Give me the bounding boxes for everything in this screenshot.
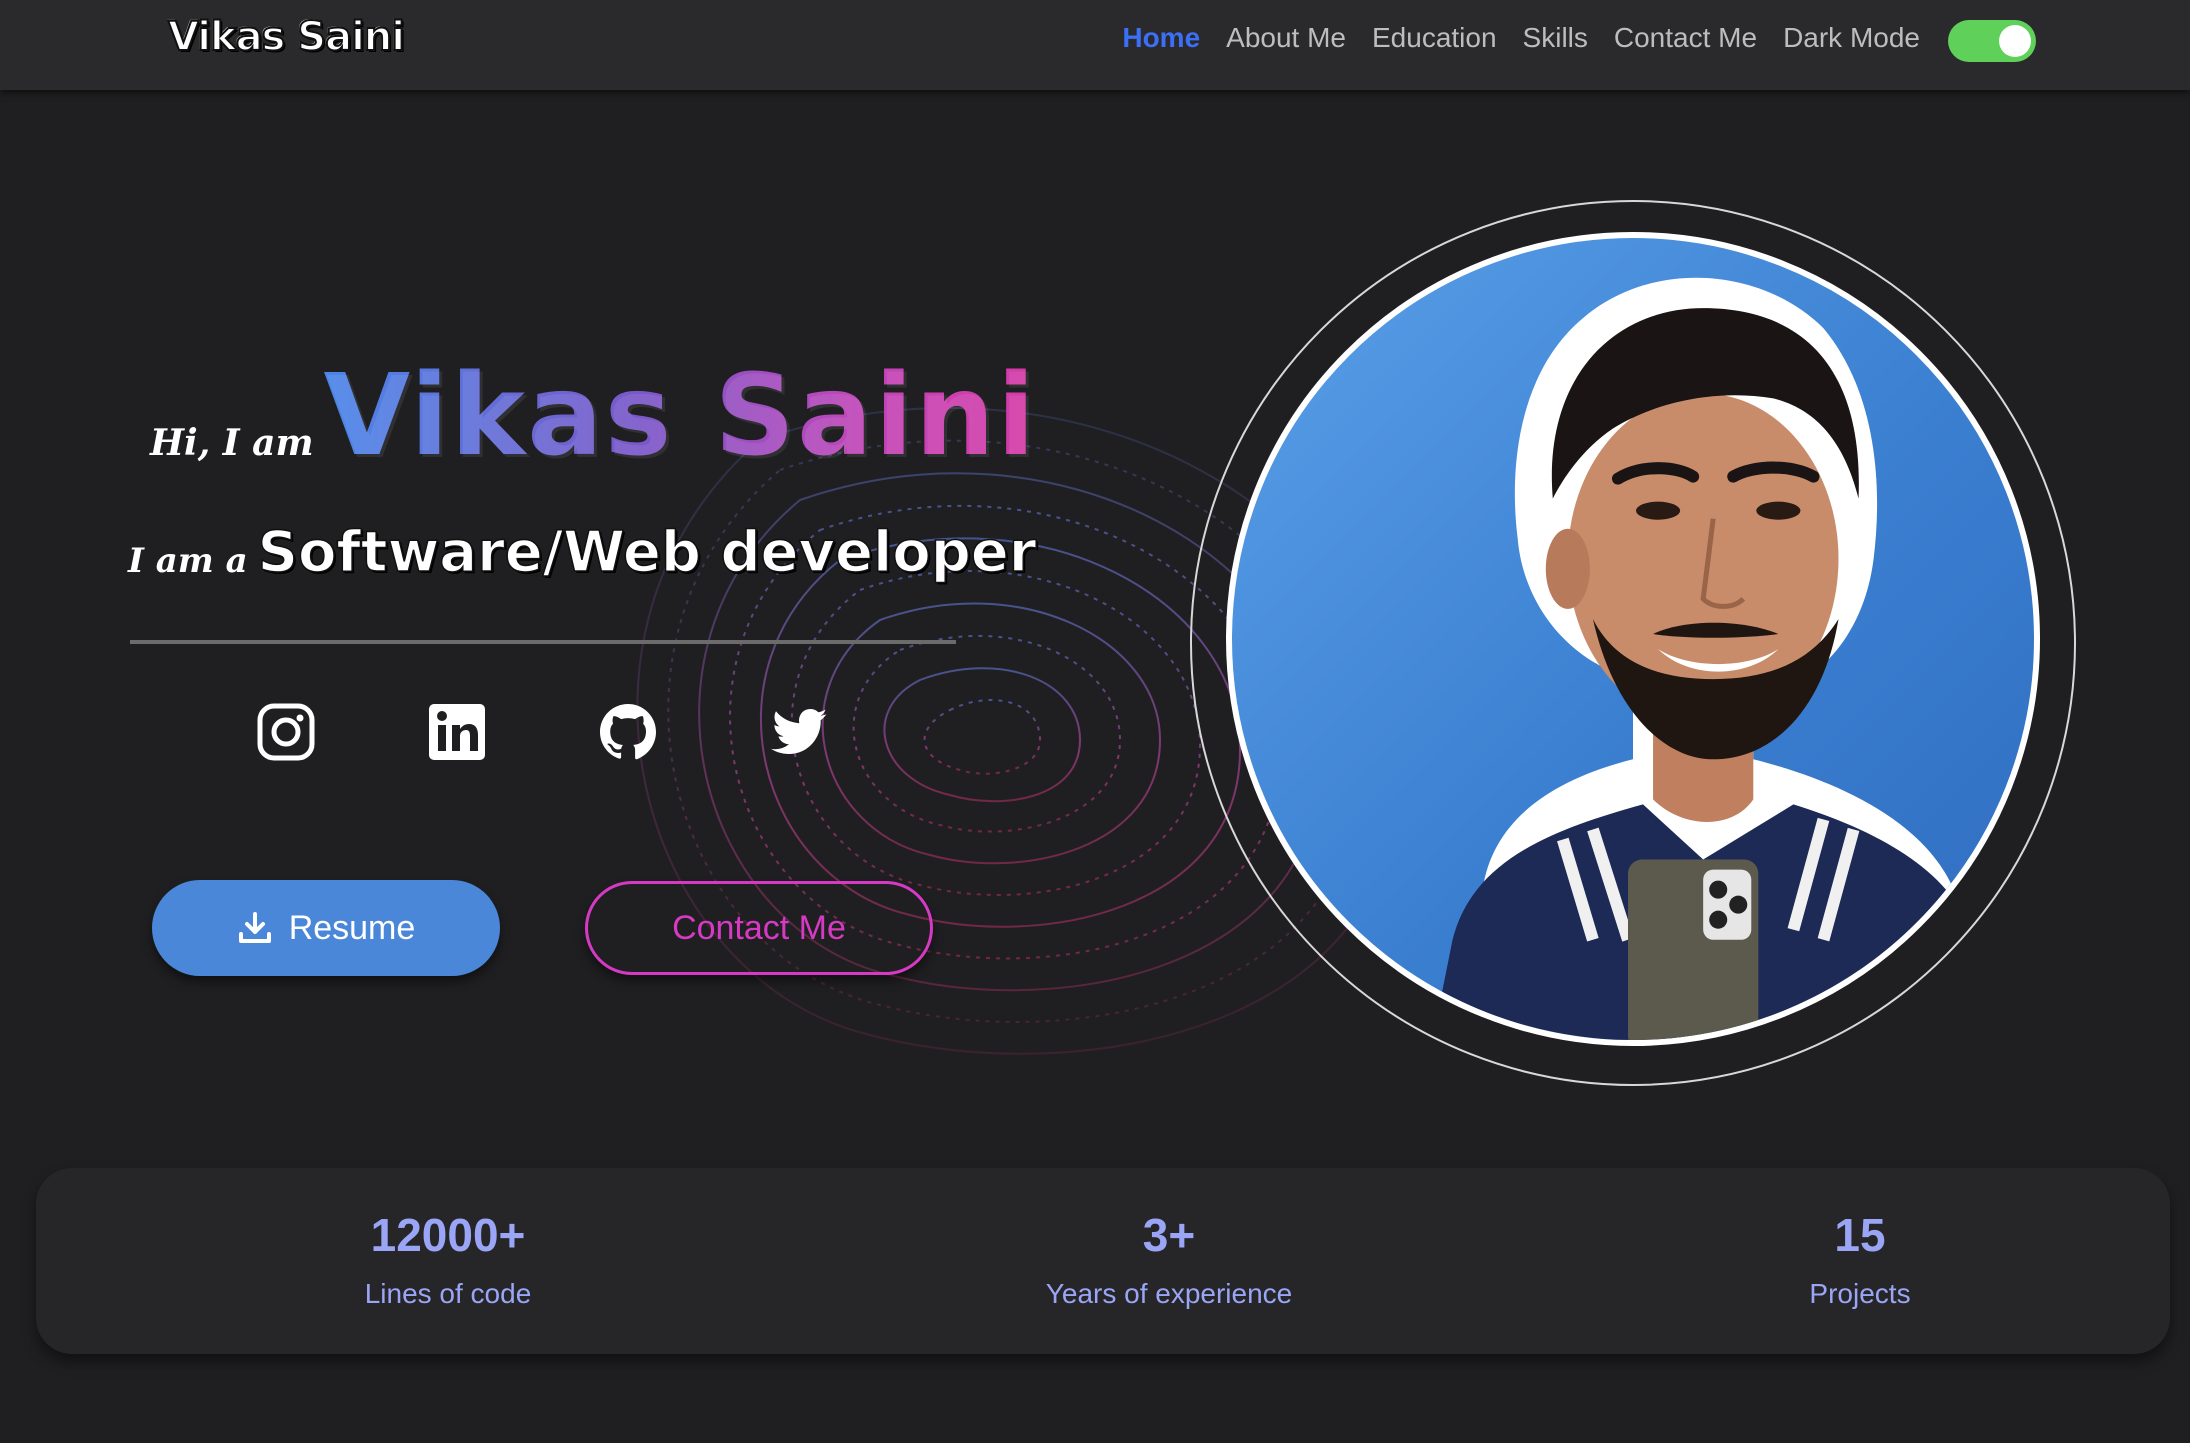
profile-photo (1226, 232, 2040, 1046)
hero-role: I am a Software/Web developer (128, 519, 1037, 586)
stat-years-experience: 3+ Years of experience (969, 1208, 1369, 1310)
nav-link-about-me[interactable]: About Me (1226, 22, 1346, 54)
toggle-knob (1999, 25, 2031, 57)
resume-button[interactable]: Resume (152, 880, 500, 976)
stats-panel: 12000+ Lines of code 3+ Years of experie… (36, 1168, 2170, 1354)
stat-projects: 15 Projects (1660, 1208, 2060, 1310)
contact-me-button[interactable]: Contact Me (585, 881, 933, 975)
linkedin-icon[interactable] (425, 700, 489, 764)
navbar: Vikas Saini Home About Me Education Skil… (0, 0, 2190, 90)
nav-link-skills[interactable]: Skills (1523, 22, 1588, 54)
resume-label: Resume (288, 908, 416, 947)
dark-mode-toggle[interactable] (1948, 20, 2036, 62)
stat-value: 15 (1834, 1209, 1886, 1261)
role-prefix: I am a (128, 541, 248, 581)
stat-lines-of-code: 12000+ Lines of code (248, 1208, 648, 1310)
instagram-icon[interactable] (254, 700, 318, 764)
nav-link-education[interactable]: Education (1372, 22, 1497, 54)
stat-label: Projects (1809, 1278, 1911, 1309)
hero-greeting: Hi, I am Vikas Saini (150, 360, 1037, 472)
role-text: Software/Web developer (257, 519, 1037, 586)
stat-value: 3+ (1142, 1209, 1196, 1261)
dark-mode-label: Dark Mode (1783, 22, 1920, 53)
hero-name: Vikas Saini (323, 351, 1038, 481)
twitter-icon[interactable] (767, 700, 831, 764)
stat-value: 12000+ (370, 1209, 526, 1261)
nav-link-contact-me[interactable]: Contact Me (1614, 22, 1757, 54)
greeting-text: Hi, I am (150, 422, 314, 464)
contact-me-label: Contact Me (672, 908, 846, 947)
nav-links: Home About Me Education Skills Contact M… (1122, 22, 1920, 54)
nav-link-home[interactable]: Home (1122, 22, 1200, 54)
download-icon (238, 912, 271, 943)
brand-logo[interactable]: Vikas Saini (167, 13, 406, 61)
hero-divider (130, 640, 956, 644)
stat-label: Lines of code (364, 1278, 532, 1309)
github-icon[interactable] (596, 700, 660, 764)
stat-label: Years of experience (1045, 1278, 1293, 1309)
